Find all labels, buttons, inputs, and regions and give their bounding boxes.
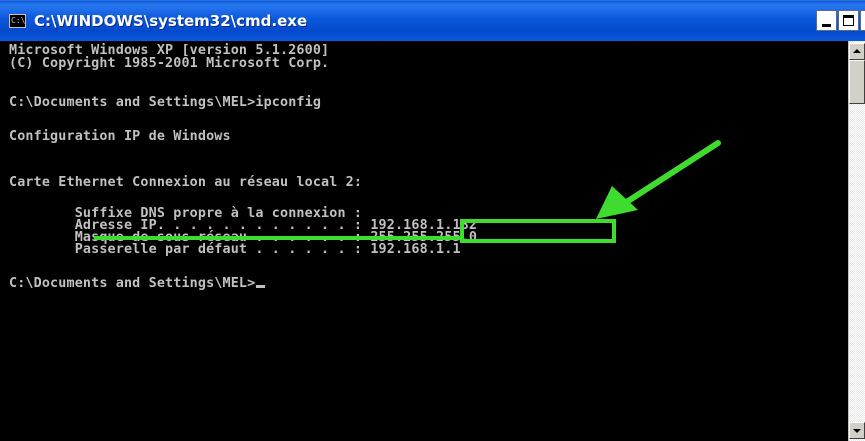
title-bar[interactable]: C:\ C:\WINDOWS\system32\cmd.exe × <box>0 0 865 41</box>
minimize-icon <box>822 24 831 27</box>
console-output[interactable]: Microsoft Windows XP [version 5.1.2600] … <box>0 41 848 441</box>
vertical-scrollbar[interactable] <box>848 41 865 441</box>
console-line-copyright: (C) Copyright 1985-2001 Microsoft Corp. <box>9 56 330 71</box>
maximize-button[interactable] <box>838 10 859 31</box>
scroll-thumb[interactable] <box>849 60 865 104</box>
cmd-icon[interactable]: C:\ <box>9 14 26 28</box>
console-line-ipconfig-command: C:\Documents and Settings\MEL>ipconfig <box>9 95 322 110</box>
window-title: C:\WINDOWS\system32\cmd.exe <box>34 12 308 30</box>
console-line-adapter-heading: Carte Ethernet Connexion au réseau local… <box>9 175 363 190</box>
text-cursor <box>256 285 266 288</box>
scroll-down-button[interactable] <box>849 422 865 439</box>
arrow-down-icon <box>853 429 861 433</box>
console-line-gateway: Passerelle par défaut . . . . . . : 192.… <box>9 242 461 257</box>
scroll-up-button[interactable] <box>849 43 865 60</box>
arrow-up-icon <box>853 49 861 53</box>
prompt-text: C:\Documents and Settings\MEL> <box>9 276 256 291</box>
minimize-button[interactable] <box>816 10 837 31</box>
maximize-icon <box>843 15 854 26</box>
console-line-config-heading: Configuration IP de Windows <box>9 129 231 144</box>
close-button[interactable]: × <box>860 10 865 31</box>
cmd-window: C:\ C:\WINDOWS\system32\cmd.exe × Micros… <box>0 0 865 441</box>
console-line-prompt: C:\Documents and Settings\MEL> <box>9 276 266 291</box>
